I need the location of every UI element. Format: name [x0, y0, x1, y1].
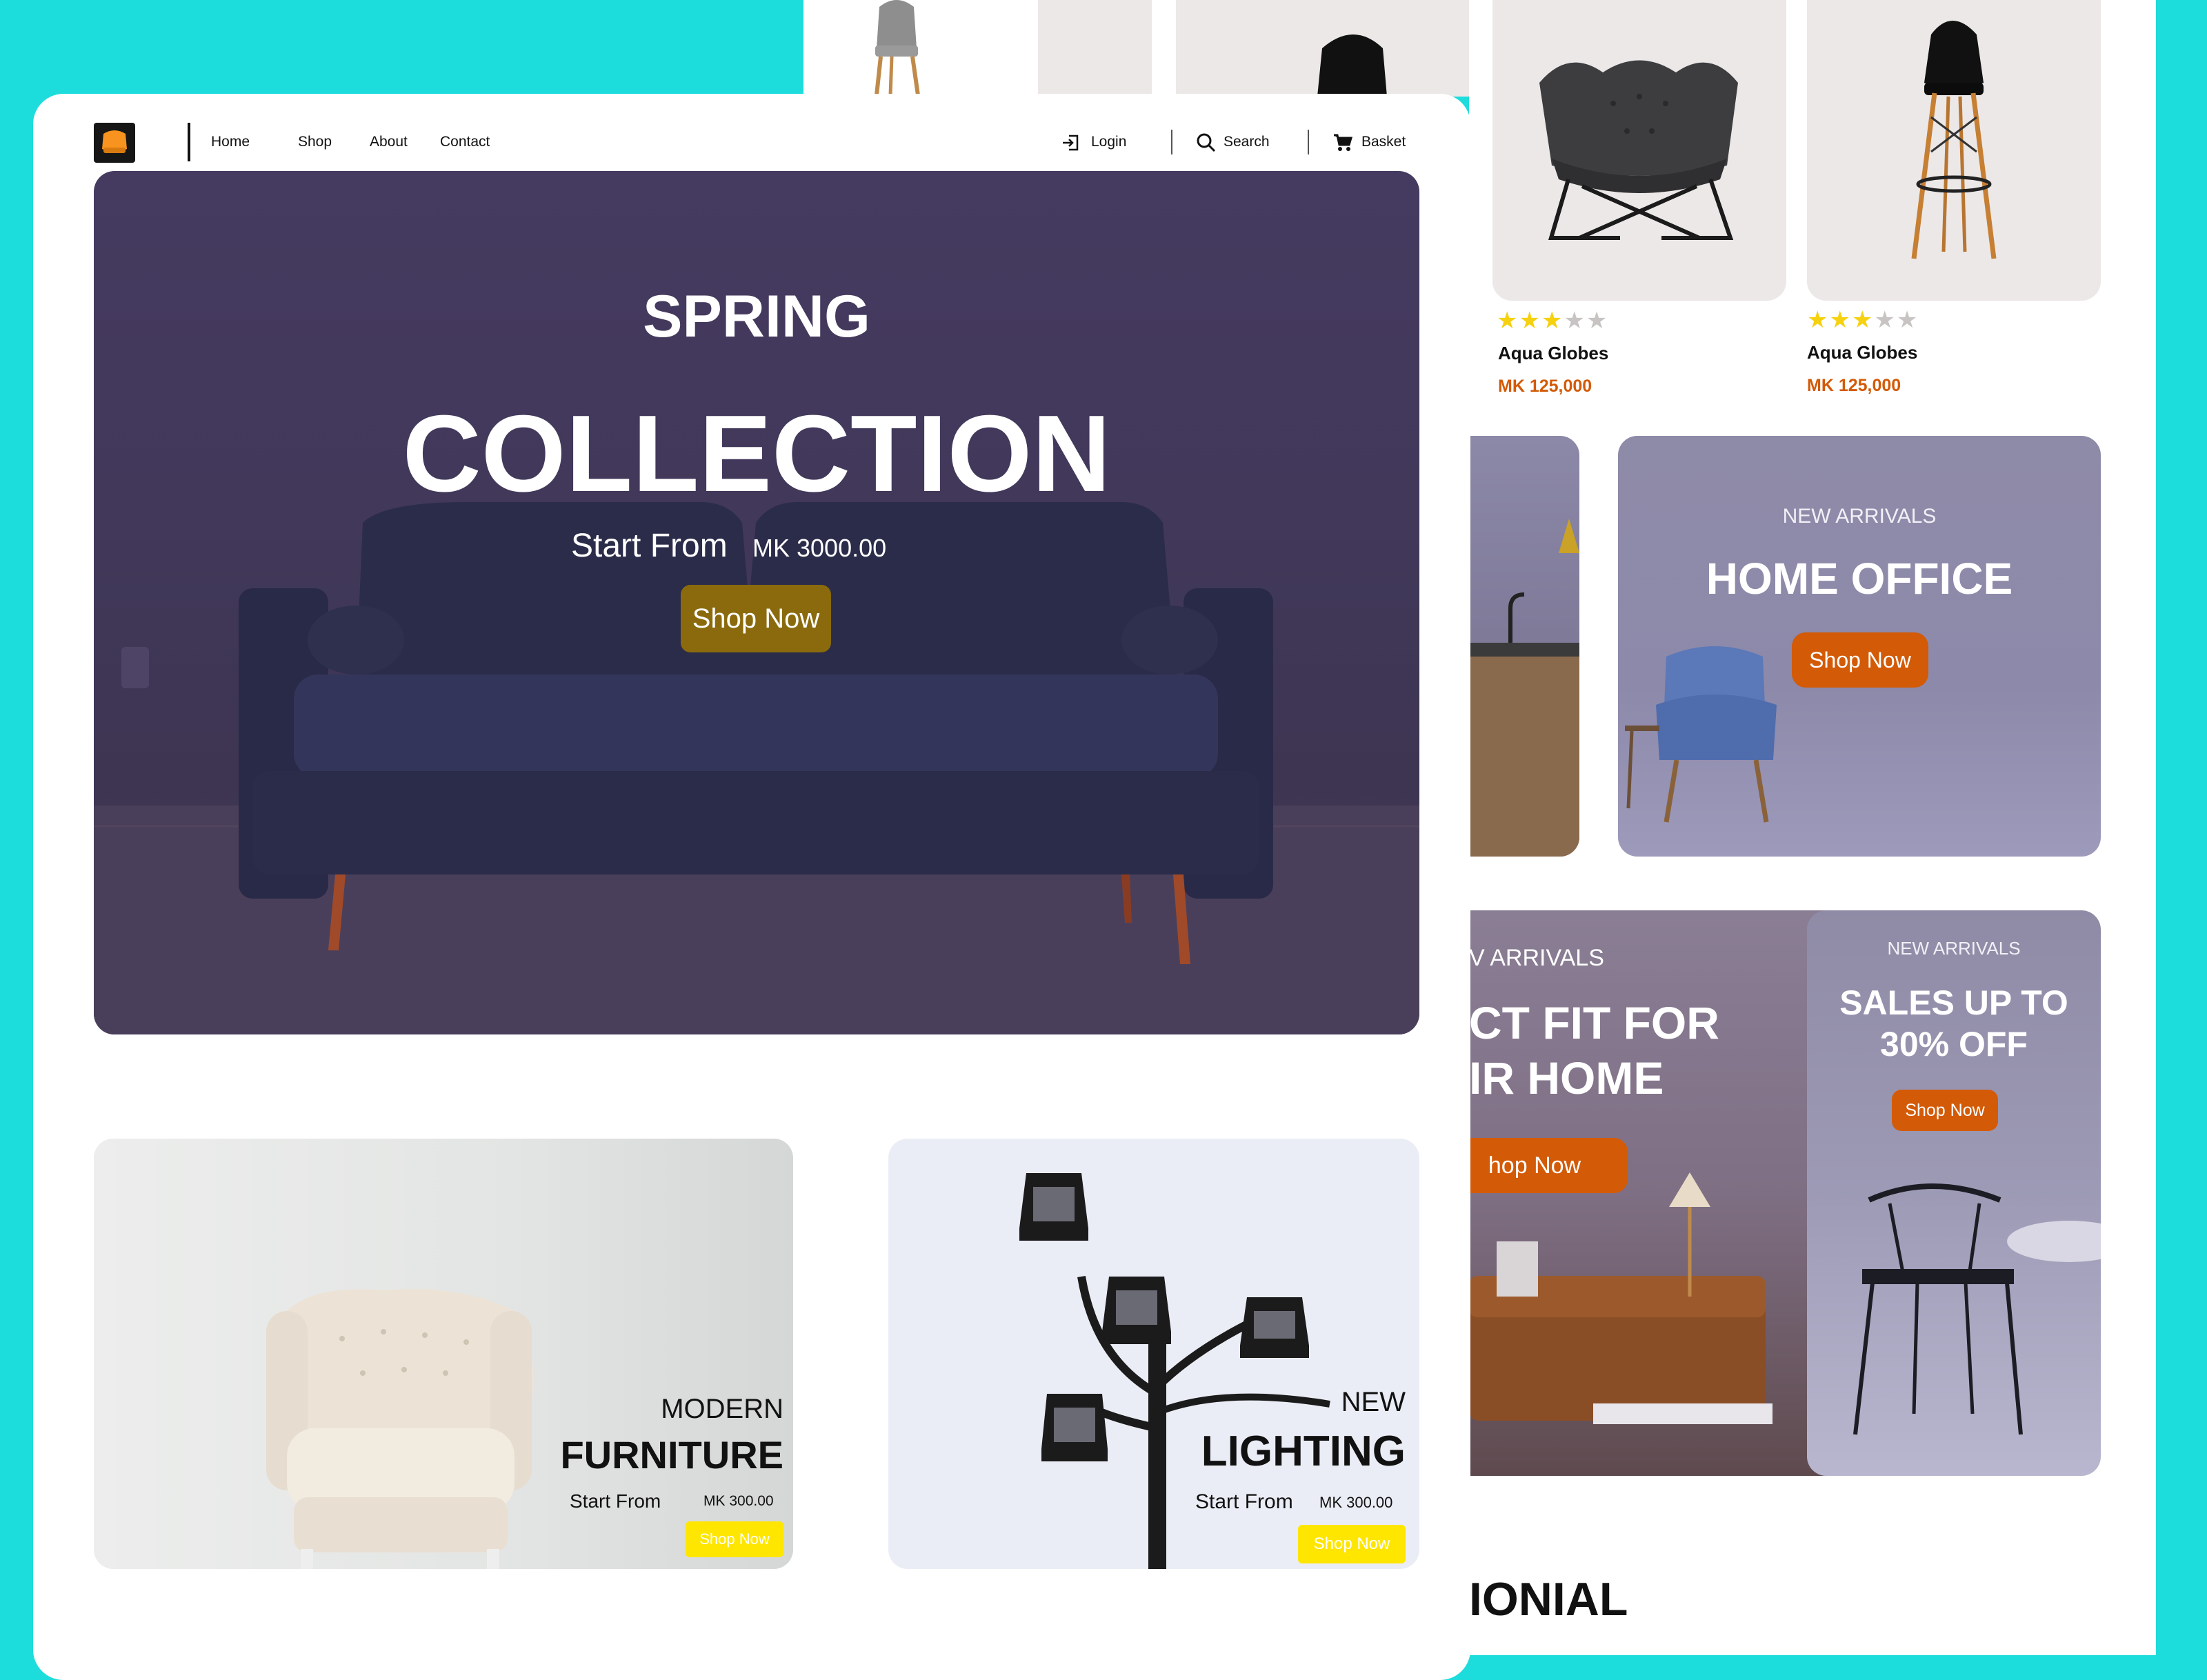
- promo-price: MK 300.00: [703, 1493, 774, 1509]
- promo-title: LIGHTING: [1201, 1428, 1406, 1475]
- armchair-image: [266, 1289, 533, 1569]
- product-image-card[interactable]: [1807, 0, 2101, 301]
- perfect-fit-shop-button[interactable]: hop Now: [1469, 1138, 1628, 1193]
- sales-shop-button[interactable]: Shop Now: [1892, 1090, 1998, 1131]
- strip-tile: [1038, 0, 1152, 97]
- hero-shop-now-button[interactable]: Shop Now: [681, 585, 831, 652]
- promo-overline: MODERN: [661, 1394, 783, 1424]
- banner-title-line1: SALES UP TO: [1839, 983, 2068, 1022]
- banner-title: HOME OFFICE: [1706, 554, 2013, 603]
- strip-tile: [1176, 0, 1469, 97]
- hero-title: COLLECTION: [402, 393, 1111, 514]
- cart-icon: [1334, 134, 1353, 151]
- product-price: MK 125,000: [1807, 376, 1901, 395]
- product-name[interactable]: Aqua Globes: [1498, 343, 1608, 364]
- home-office-shop-button[interactable]: Shop Now: [1792, 632, 1928, 688]
- search-label: Search: [1224, 134, 1270, 150]
- nav-divider: [1171, 130, 1172, 154]
- hero-start-from: Start From: [571, 528, 728, 564]
- home-office-banner[interactable]: NEW ARRIVALS HOME OFFICE Shop Now: [1618, 436, 2101, 857]
- login-icon: [1063, 134, 1079, 151]
- banner-overline: NEW ARRIVALS: [1887, 938, 2021, 959]
- banner-overline: NEW ARRIVALS: [1782, 505, 1937, 528]
- promo-price: MK 300.00: [1319, 1494, 1393, 1511]
- banner-title-line2: 30% OFF: [1880, 1025, 2028, 1063]
- promo-title: FURNITURE: [560, 1433, 783, 1477]
- kitchen-banner-partial[interactable]: [1469, 436, 1579, 857]
- background-page-strip: [803, 0, 1469, 97]
- product-image-card[interactable]: [1492, 0, 1786, 301]
- product-name[interactable]: Aqua Globes: [1807, 342, 1917, 363]
- hero-banner: SPRING COLLECTION Start From MK 3000.00 …: [94, 171, 1419, 1034]
- nav-link-home[interactable]: Home: [211, 134, 250, 150]
- hero-price: MK 3000.00: [752, 534, 887, 562]
- new-lighting-card[interactable]: NEW LIGHTING Start From MK 300.00 Shop N…: [888, 1139, 1419, 1569]
- promo-start-from: Start From: [1195, 1490, 1293, 1513]
- nav-link-about[interactable]: About: [370, 134, 408, 150]
- product-rating-stars: ★★★★★: [1807, 307, 1919, 333]
- banner-title-line1: CT FIT FOR: [1469, 997, 1719, 1048]
- lighting-shop-button[interactable]: Shop Now: [1298, 1525, 1406, 1563]
- banner-title-line2: IR HOME: [1469, 1052, 1664, 1103]
- product-rating-stars: ★★★★★: [1497, 308, 1609, 334]
- banner-overline: V ARRIVALS: [1469, 945, 1604, 971]
- nav-link-shop[interactable]: Shop: [298, 134, 332, 150]
- furniture-shop-button[interactable]: Shop Now: [686, 1521, 783, 1557]
- armchair-logo-icon: [102, 130, 127, 153]
- nav-divider: [1308, 130, 1309, 154]
- promo-overline: NEW: [1341, 1387, 1406, 1417]
- testimonial-heading: IONIAL: [1469, 1573, 1628, 1626]
- nav-link-contact[interactable]: Contact: [440, 134, 490, 150]
- right-panel: ★★★★★ Aqua Globes MK 125,000 ★★★★★ Aqua …: [1469, 0, 2156, 1655]
- sales-banner[interactable]: NEW ARRIVALS SALES UP TO 30% OFF Shop No…: [1807, 910, 2101, 1476]
- promo-start-from: Start From: [570, 1490, 661, 1512]
- search-icon: [1197, 133, 1216, 152]
- main-page-card: Home Shop About Contact Login Search Bas…: [33, 94, 1470, 1680]
- login-label: Login: [1091, 134, 1127, 150]
- product-price: MK 125,000: [1498, 377, 1592, 396]
- nav-divider: [188, 123, 190, 161]
- basket-label: Basket: [1361, 134, 1406, 150]
- hero-overline: SPRING: [643, 283, 870, 350]
- logo[interactable]: [94, 123, 135, 163]
- strip-chair-image: [859, 0, 935, 97]
- modern-furniture-card[interactable]: MODERN FURNITURE Start From MK 300.00 Sh…: [94, 1139, 793, 1569]
